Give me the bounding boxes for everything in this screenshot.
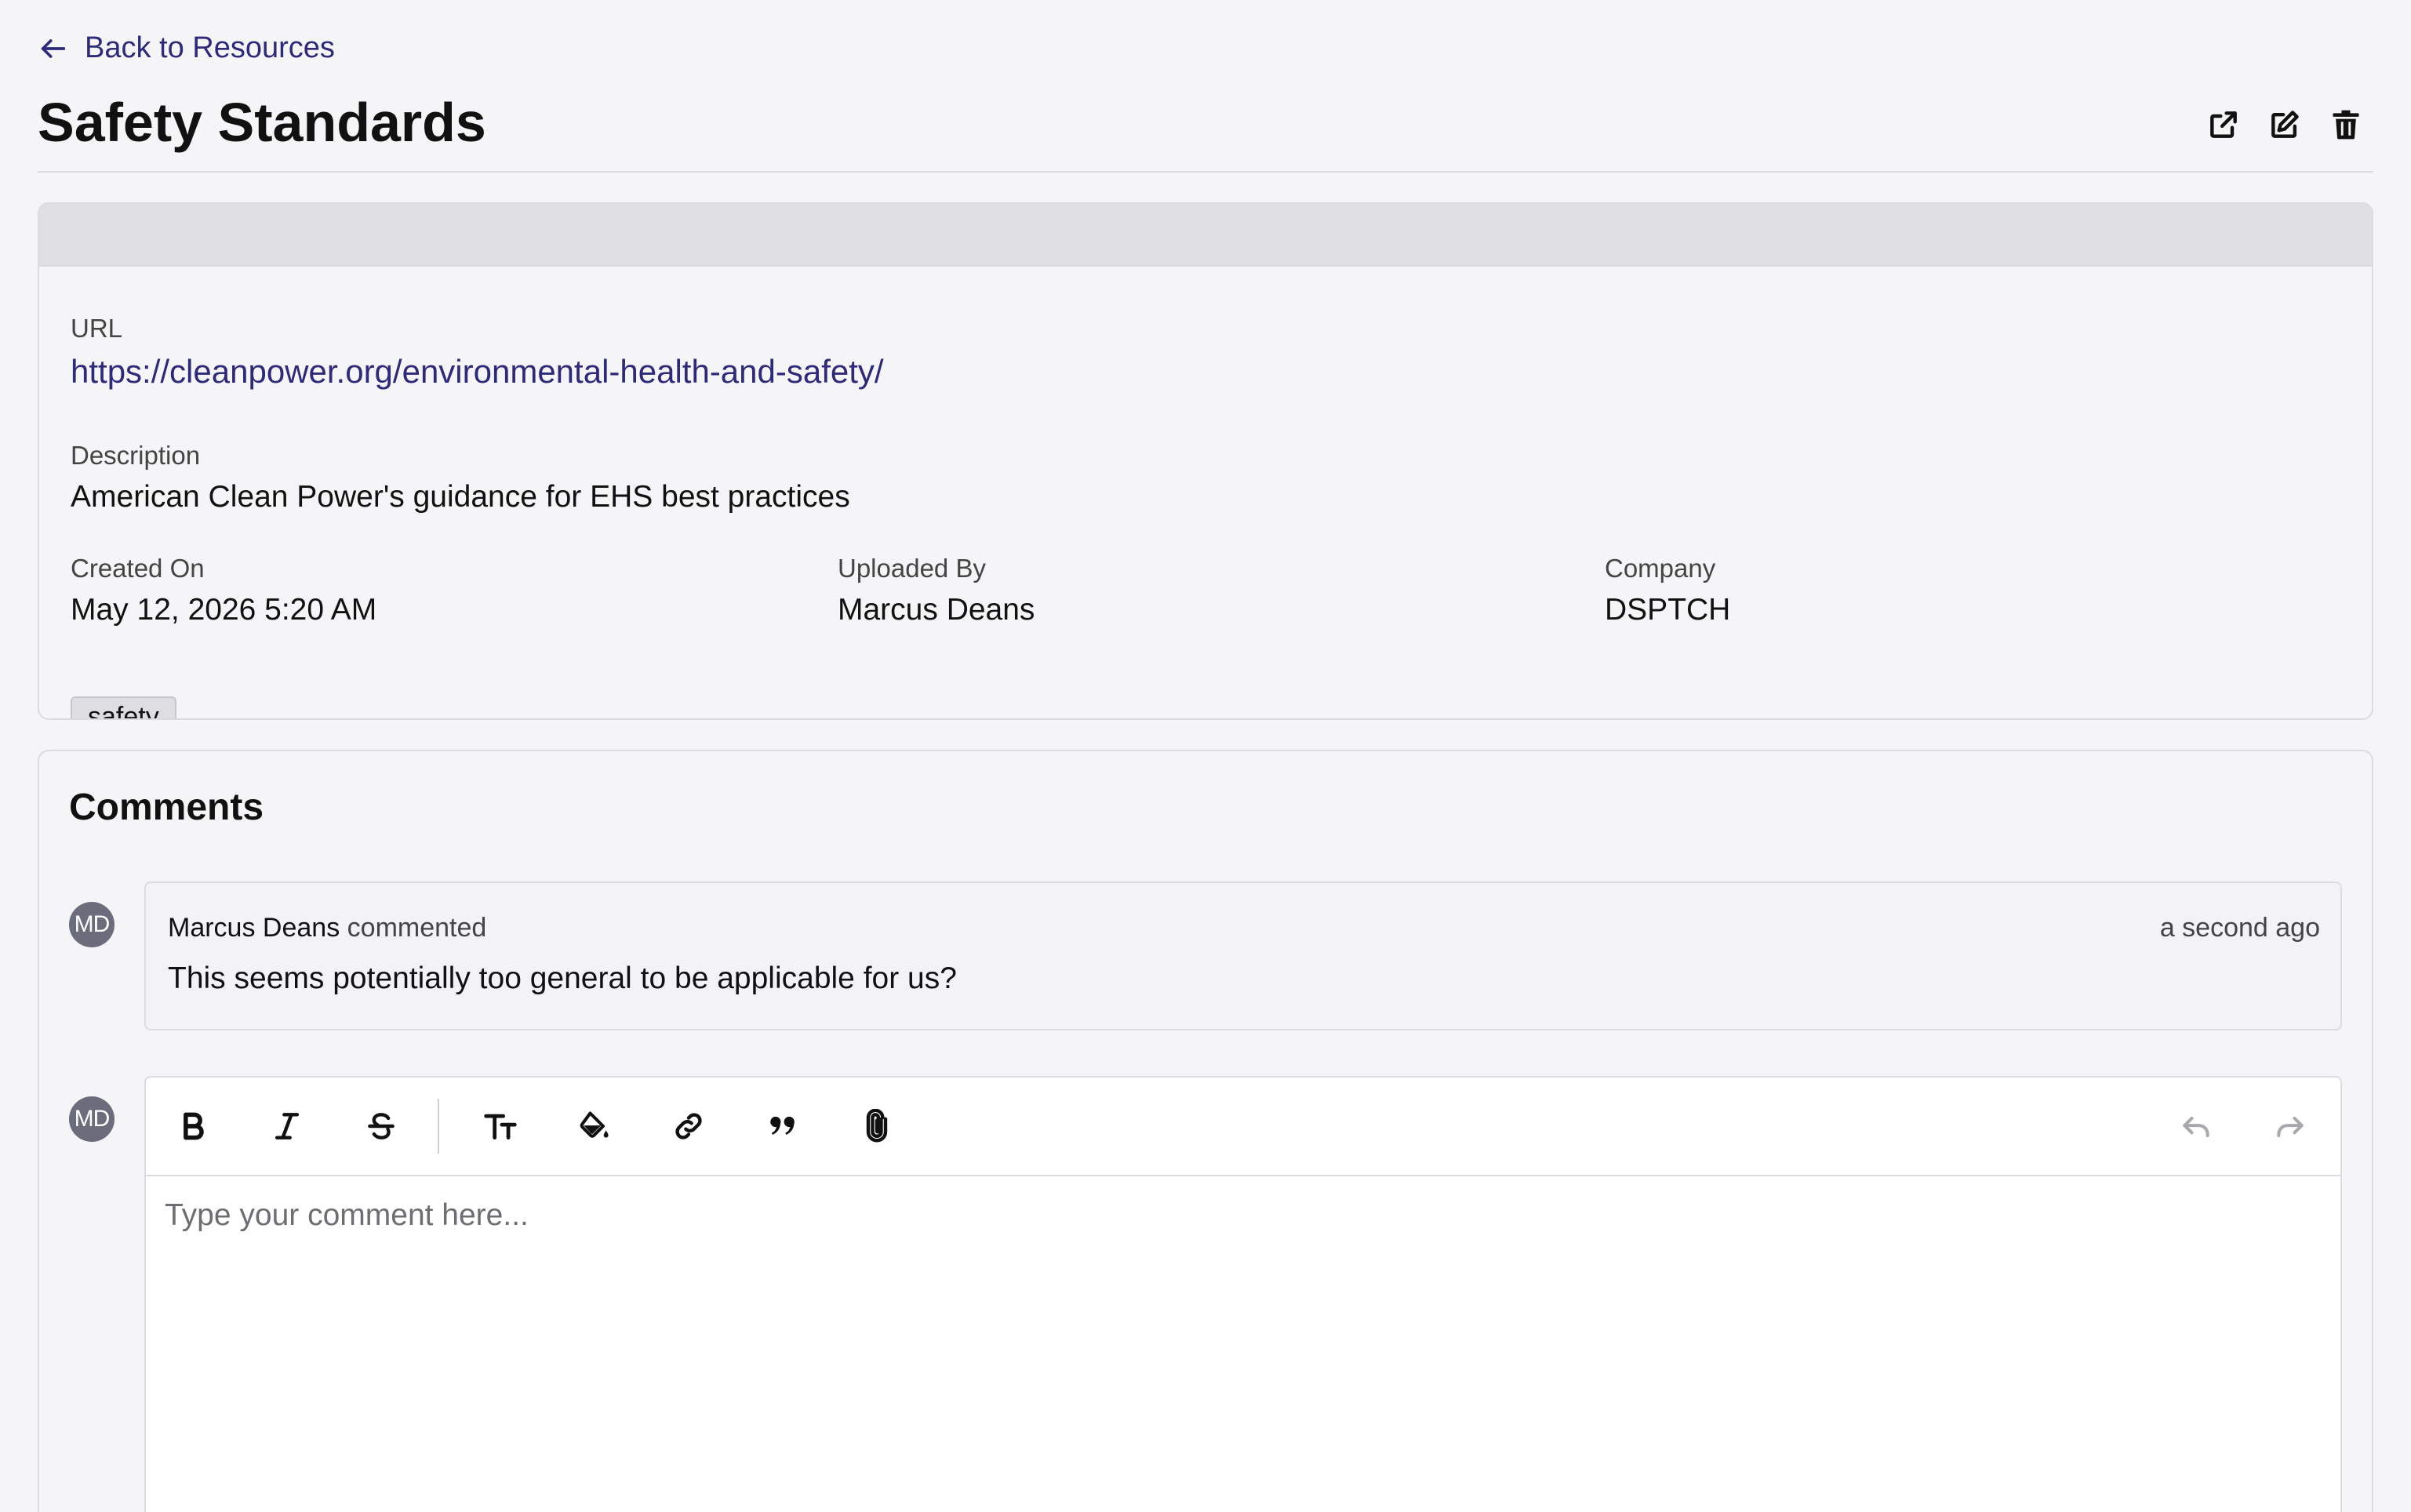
comment-meta: Marcus Deans commented [168,913,486,943]
arrow-left-icon [41,38,66,58]
header-actions [2204,105,2366,144]
created-on-label: Created On [71,554,205,583]
text-size-button[interactable] [471,1096,530,1156]
text-size-icon [484,1114,517,1140]
quote-button[interactable] [753,1096,813,1156]
card-banner [39,204,2372,267]
comment-author: Marcus Deans [168,913,340,943]
description-value: American Clean Power's guidance for EHS … [71,480,850,514]
fill-color-icon [580,1111,609,1138]
link-icon [675,1113,702,1139]
resource-details-card: URL https://cleanpower.org/environmental… [38,202,2373,720]
page-title: Safety Standards [38,92,486,153]
attachment-button[interactable] [847,1096,907,1156]
created-on-value: May 12, 2026 5:20 AM [71,593,377,627]
undo-button[interactable] [2166,1097,2226,1157]
comment-input[interactable] [146,1176,2340,1512]
italic-button[interactable] [257,1096,317,1156]
edit-button[interactable] [2265,105,2304,144]
bold-icon [184,1112,204,1140]
history-controls [2166,1097,2320,1157]
undo-icon [2183,1116,2209,1138]
toolbar-divider [438,1099,439,1154]
comment-action: commented [347,913,487,943]
delete-button[interactable] [2326,105,2366,144]
page-header: Safety Standards [38,86,2373,173]
external-link-icon [2210,111,2237,138]
attachment-icon [866,1109,888,1143]
redo-icon [2277,1116,2304,1138]
redo-button[interactable] [2260,1097,2320,1157]
resource-url-link[interactable]: https://cleanpower.org/environmental-hea… [71,353,884,391]
quote-icon [770,1116,795,1135]
link-button[interactable] [659,1096,718,1156]
comments-heading: Comments [69,787,264,828]
company-label: Company [1605,554,1716,583]
italic-icon [275,1113,300,1139]
uploaded-by-value: Marcus Deans [838,593,1035,627]
bold-button[interactable] [163,1096,223,1156]
description-label: Description [71,441,201,470]
tag-badge[interactable]: safety [71,696,176,718]
back-to-resources-link[interactable]: Back to Resources [38,31,335,65]
composer-avatar: MD [69,1096,115,1142]
back-link-label: Back to Resources [85,31,335,64]
trash-icon [2333,110,2359,140]
open-link-button[interactable] [2204,105,2243,144]
uploaded-by-label: Uploaded By [838,554,986,583]
strikethrough-icon [368,1113,395,1139]
comment-item: Marcus Deans commented a second ago This… [144,881,2342,1030]
edit-icon [2271,111,2299,138]
editor-toolbar [146,1078,2340,1176]
comment-editor [144,1076,2342,1512]
resource-detail-page: Back to Resources Safety Standards URL h… [0,0,2411,1512]
strikethrough-button[interactable] [351,1096,411,1156]
company-value: DSPTCH [1605,593,1731,627]
comments-section: Comments MD Marcus Deans commented a sec… [38,750,2373,1512]
comment-text: This seems potentially too general to be… [168,961,957,995]
comment-timestamp: a second ago [2159,913,2320,943]
fill-color-button[interactable] [565,1096,624,1156]
url-label: URL [71,314,123,343]
avatar: MD [69,902,115,947]
